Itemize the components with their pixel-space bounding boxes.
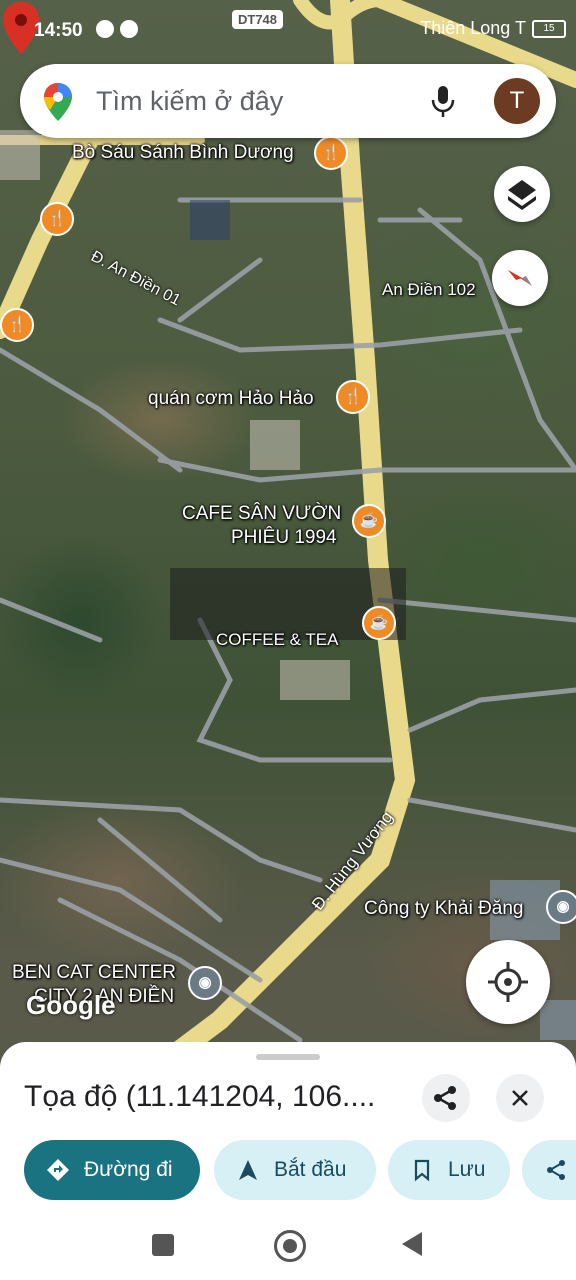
label-ben-cat-line1[interactable]: BEN CAT CENTER [12,962,176,984]
notification-icons [96,20,138,38]
messenger-icon [120,20,138,38]
label-coffee-tea[interactable]: COFFEE & TEA [216,630,339,650]
avatar[interactable]: T [494,78,540,124]
facebook-icon [96,20,114,38]
compass-icon [508,270,532,286]
business-poi-icon[interactable]: ◉ [546,890,576,924]
place-title: Tọa độ (11.141204, 106.... [24,1080,376,1113]
start-button[interactable]: Bắt đầu [214,1140,376,1200]
directions-button[interactable]: Đường đi [24,1140,200,1200]
system-nav-bar [0,1222,576,1280]
save-button[interactable]: Lưu [388,1140,510,1200]
battery-icon: 15 [532,19,566,38]
search-input[interactable]: Tìm kiếm ở đây [96,86,283,117]
my-location-button[interactable] [466,940,550,1024]
microphone-icon[interactable] [428,84,458,118]
crosshair-icon [488,962,528,1002]
directions-icon [47,1159,69,1181]
layers-button[interactable] [494,166,550,222]
google-attribution: Google [26,990,116,1020]
restaurant-poi-icon[interactable]: 🍴 [336,380,370,414]
save-label: Lưu [448,1158,486,1181]
label-cafe-line1[interactable]: CAFE SÂN VƯỜN [182,503,341,525]
back-icon[interactable] [402,1232,422,1256]
share-icon [434,1086,456,1110]
cafe-poi-icon[interactable]: ☕ [362,606,396,640]
directions-label: Đường đi [84,1158,173,1181]
cafe-poi-icon[interactable]: ☕ [352,504,386,538]
drag-handle[interactable] [256,1054,320,1060]
road-label-an-dien-102: An Điền 102 [382,280,476,299]
label-cafe-line2[interactable]: PHIÊU 1994 [231,527,337,549]
start-label: Bắt đầu [274,1158,347,1181]
restaurant-poi-icon[interactable]: 🍴 [0,308,34,342]
share-chip-button[interactable] [522,1140,576,1200]
share-icon [547,1160,565,1180]
label-khai-dang[interactable]: Công ty Khải Đăng [364,898,524,920]
search-bar[interactable]: Tìm kiếm ở đây T [20,64,556,138]
restaurant-poi-icon[interactable]: 🍴 [314,136,348,170]
google-maps-logo-icon [44,83,72,121]
close-button[interactable] [496,1074,544,1122]
close-icon [512,1090,528,1106]
carrier-name: Thiên Long T [420,18,526,38]
share-button[interactable] [422,1074,470,1122]
business-poi-icon[interactable]: ◉ [188,966,222,1000]
label-bo-sau[interactable]: Bò Sáu Sánh Bình Dương [72,142,294,164]
status-right: Thiên Long T 15 [420,18,566,39]
status-time: 14:50 [34,20,83,41]
home-icon[interactable] [274,1230,306,1262]
compass-button[interactable] [492,250,548,306]
restaurant-poi-icon[interactable]: 🍴 [40,202,74,236]
status-bar: 14:50 Thiên Long T 15 [0,0,576,60]
layers-icon [508,180,536,210]
recents-icon[interactable] [152,1234,174,1256]
label-quan-com[interactable]: quán cơm Hảo Hảo [148,388,314,410]
navigation-arrow-icon [239,1160,257,1180]
bookmark-icon [414,1159,430,1182]
